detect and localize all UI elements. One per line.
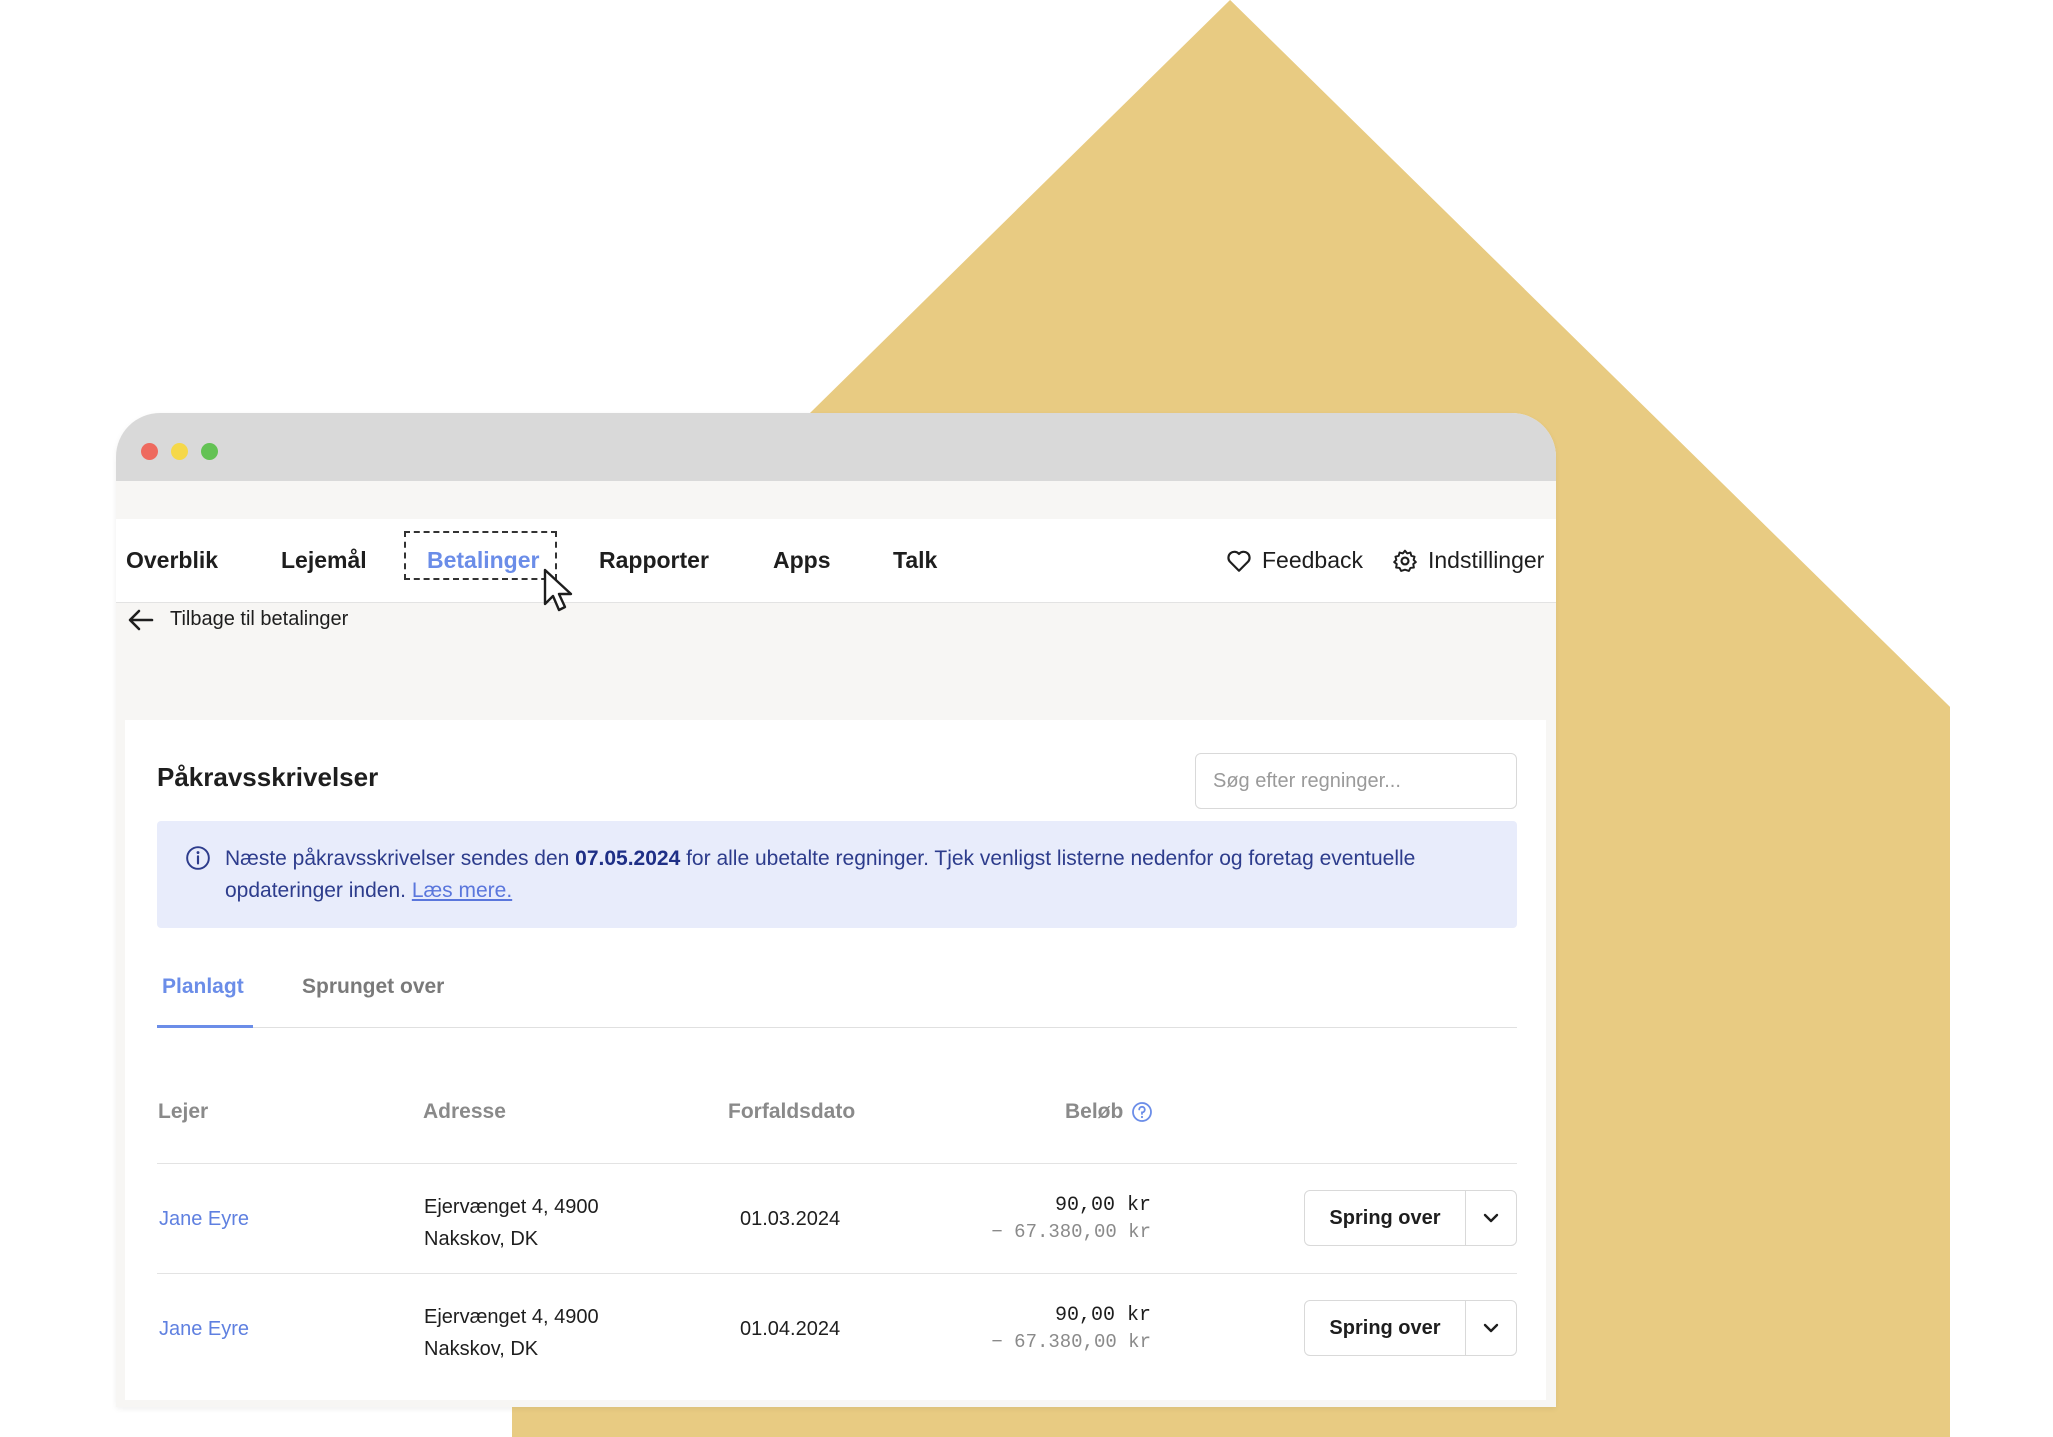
settings-button[interactable]: Indstillinger	[1392, 519, 1544, 602]
address-line2: Nakskov, DK	[424, 1338, 539, 1360]
tenant-link[interactable]: Jane Eyre	[159, 1208, 249, 1231]
tab-planlagt[interactable]: Planlagt	[162, 964, 244, 1027]
heart-icon	[1227, 550, 1251, 572]
status-tabs: Planlagt Sprunget over	[157, 964, 1517, 1028]
column-header-tenant[interactable]: Lejer	[158, 1100, 208, 1124]
more-actions-button[interactable]	[1466, 1191, 1516, 1245]
column-header-due-date[interactable]: Forfaldsdato	[728, 1100, 855, 1124]
reminders-card: Påkravsskrivelser Næste påkravsskrivelse…	[125, 720, 1546, 1400]
nav-item-overblik[interactable]: Overblik	[126, 519, 218, 602]
skip-button[interactable]: Spring over	[1305, 1191, 1466, 1245]
browser-window: Overblik Lejemål Betalinger Rapporter Ap…	[116, 413, 1556, 1407]
action-button-group: Spring over	[1304, 1300, 1517, 1356]
amount-cell: 90,00 kr − 67.380,00 kr	[991, 1302, 1151, 1356]
info-text-before: Næste påkravsskrivelser sendes den	[225, 847, 576, 870]
more-actions-button[interactable]	[1466, 1301, 1516, 1355]
info-banner: Næste påkravsskrivelser sendes den 07.05…	[157, 821, 1517, 928]
tab-sprunget-over[interactable]: Sprunget over	[302, 964, 444, 1027]
chevron-down-icon	[1483, 1213, 1499, 1223]
minimize-window-icon[interactable]	[171, 443, 188, 460]
maximize-window-icon[interactable]	[201, 443, 218, 460]
window-titlebar	[116, 413, 1556, 481]
feedback-button[interactable]: Feedback	[1226, 519, 1363, 602]
due-date-cell: 01.04.2024	[740, 1318, 841, 1340]
close-window-icon[interactable]	[141, 443, 158, 460]
balance-value: − 67.380,00 kr	[991, 1221, 1151, 1243]
due-date-cell: 01.03.2024	[740, 1208, 841, 1230]
help-icon[interactable]	[1131, 1101, 1153, 1123]
info-date: 07.05.2024	[575, 847, 681, 870]
arrow-left-icon	[128, 609, 154, 630]
amount-cell: 90,00 kr − 67.380,00 kr	[991, 1192, 1151, 1246]
amount-value: 90,00 kr	[1054, 1304, 1151, 1327]
nav-item-lejemal[interactable]: Lejemål	[281, 519, 367, 602]
window-top-strip	[116, 481, 1556, 519]
info-icon	[186, 846, 210, 870]
balance-value: − 67.380,00 kr	[991, 1331, 1151, 1353]
skip-button[interactable]: Spring over	[1305, 1301, 1466, 1355]
main-nav: Overblik Lejemål Betalinger Rapporter Ap…	[116, 519, 1556, 612]
active-tab-underline	[157, 1025, 253, 1028]
mouse-pointer-icon	[543, 568, 573, 612]
address-line1: Ejervænget 4, 4900	[424, 1196, 599, 1218]
gear-icon	[1393, 549, 1417, 572]
back-to-payments-link[interactable]: Tilbage til betalinger	[128, 608, 348, 631]
table-row: Jane Eyre Ejervænget 4, 4900 Nakskov, DK…	[157, 1163, 1517, 1274]
table-row: Jane Eyre Ejervænget 4, 4900 Nakskov, DK…	[157, 1273, 1517, 1384]
tenant-link[interactable]: Jane Eyre	[159, 1318, 249, 1341]
read-more-link[interactable]: Læs mere.	[412, 879, 512, 902]
settings-label: Indstillinger	[1428, 547, 1545, 573]
column-header-amount[interactable]: Beløb	[1065, 1100, 1153, 1124]
action-button-group: Spring over	[1304, 1190, 1517, 1246]
feedback-label: Feedback	[1262, 547, 1364, 573]
nav-item-talk[interactable]: Talk	[893, 519, 937, 602]
nav-item-apps[interactable]: Apps	[773, 519, 831, 602]
nav-item-rapporter[interactable]: Rapporter	[599, 519, 709, 602]
chevron-down-icon	[1483, 1323, 1499, 1333]
column-header-address[interactable]: Adresse	[423, 1100, 506, 1124]
address-line1: Ejervænget 4, 4900	[424, 1306, 599, 1328]
amount-header-label: Beløb	[1065, 1100, 1124, 1123]
address-line2: Nakskov, DK	[424, 1228, 539, 1250]
address-cell: Ejervænget 4, 4900 Nakskov, DK	[424, 1301, 599, 1365]
search-input[interactable]	[1195, 753, 1517, 809]
address-cell: Ejervænget 4, 4900 Nakskov, DK	[424, 1191, 599, 1255]
back-link-label: Tilbage til betalinger	[170, 608, 349, 630]
page-title: Påkravsskrivelser	[157, 762, 379, 792]
amount-value: 90,00 kr	[1054, 1194, 1151, 1217]
nav-item-betalinger[interactable]: Betalinger	[427, 519, 539, 602]
